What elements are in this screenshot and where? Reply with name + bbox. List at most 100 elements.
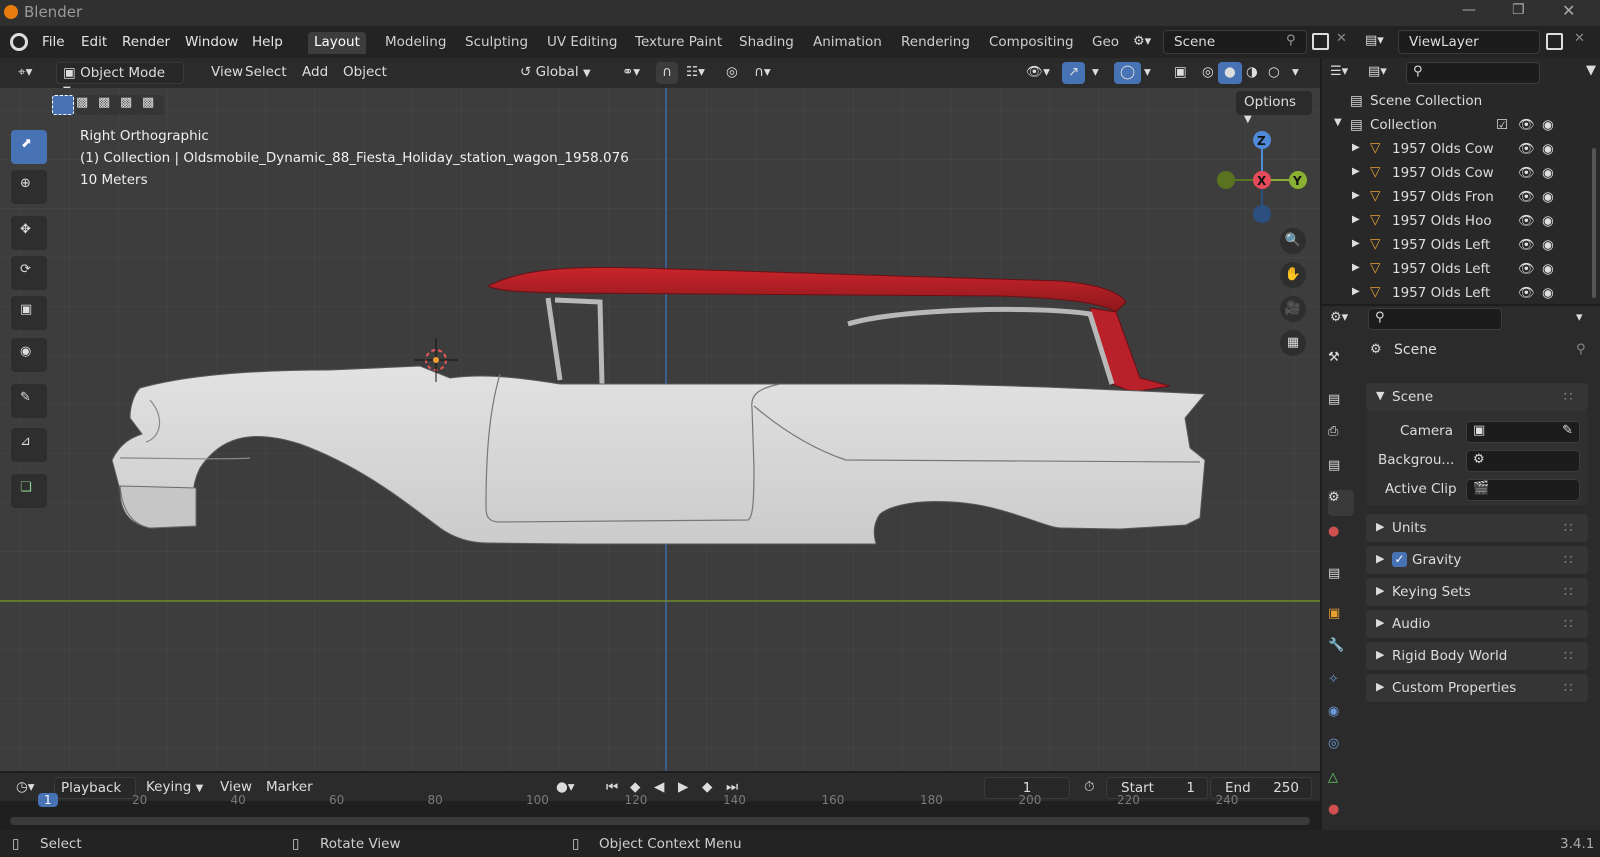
expand-arrow-icon[interactable]: ▼ [1334, 117, 1342, 128]
eye-icon[interactable]: 👁 [1518, 237, 1535, 253]
perspective-grid-icon[interactable]: ▦ [1280, 330, 1306, 356]
expand-arrow-icon[interactable]: ▶ [1352, 238, 1360, 249]
menu-select[interactable]: Select [239, 62, 293, 84]
tool-scale[interactable]: ▣ [11, 296, 47, 330]
play-reverse-icon[interactable]: ◀ [648, 777, 670, 799]
maximize-icon[interactable]: ❐ [1512, 2, 1525, 18]
menu-file[interactable]: File [38, 32, 69, 52]
tab-shading[interactable]: Shading [733, 32, 800, 54]
outliner-scrollbar[interactable] [1592, 148, 1596, 298]
outliner-item-row[interactable]: ▶ ▽ 1957 Olds Left 👁 ◉ [1322, 258, 1600, 282]
data-tab-icon[interactable]: △ [1328, 770, 1354, 796]
zoom-icon[interactable]: 🔍 [1280, 228, 1306, 254]
gravity-checkbox[interactable]: ✓ [1392, 552, 1407, 567]
render-tab-icon[interactable]: ▤ [1328, 392, 1354, 418]
eye-icon[interactable]: 👁 [1518, 285, 1535, 301]
expand-arrow-icon[interactable]: ▶ [1352, 286, 1360, 297]
record-icon[interactable]: ●▾ [550, 777, 581, 799]
tool-move[interactable]: ✥ [11, 216, 47, 250]
tool-rotate[interactable]: ⟳ [11, 256, 47, 290]
new-scene-icon[interactable] [1312, 33, 1329, 50]
tab-modeling[interactable]: Modeling [379, 32, 452, 54]
eyedropper-icon[interactable]: ✎ [1562, 423, 1573, 438]
tool-measure[interactable]: ⊿ [11, 428, 47, 462]
checkbox-icon[interactable]: ☑ [1496, 117, 1508, 133]
outliner-item-row[interactable]: ▶ ▽ 1957 Olds Left 👁 ◉ [1322, 282, 1600, 306]
tool-add-cube[interactable]: ❏ [11, 474, 47, 508]
tab-sculpting[interactable]: Sculpting [459, 32, 534, 54]
outliner-item-row[interactable]: ▶ ▽ 1957 Olds Fron 👁 ◉ [1322, 186, 1600, 210]
drag-handle-icon[interactable]: ∷ [1564, 389, 1573, 405]
camera-icon[interactable]: ◉ [1542, 237, 1554, 253]
eye-icon[interactable]: 👁 [1518, 213, 1535, 229]
tool-transform[interactable]: ◉ [11, 338, 47, 372]
timeline-scrollbar[interactable] [10, 817, 1310, 825]
stopwatch-icon[interactable]: ⏱ [1078, 777, 1101, 799]
drag-handle-icon[interactable]: ∷ [1564, 520, 1573, 536]
falloff-icon[interactable]: ∩▾ [748, 62, 777, 84]
tool-annotate[interactable]: ✎ [11, 384, 47, 418]
remove-view-layer-icon[interactable]: ✕ [1574, 31, 1585, 46]
panel-audio[interactable]: ▶ Audio ∷ [1366, 610, 1588, 638]
select-intersect-icon[interactable]: ▩ [142, 95, 164, 115]
play-icon[interactable]: ▶ [672, 777, 694, 799]
keying-dropdown[interactable]: Keying ▼ [140, 777, 209, 799]
drag-handle-icon[interactable]: ∷ [1564, 552, 1573, 568]
wireframe-shading-icon[interactable]: ◎ [1196, 62, 1220, 84]
drag-handle-icon[interactable]: ∷ [1564, 584, 1573, 600]
menu-marker[interactable]: Marker [260, 777, 319, 799]
camera-icon[interactable]: ◉ [1542, 285, 1554, 301]
close-icon[interactable]: ✕ [1562, 1, 1575, 20]
xray-icon[interactable]: ▣ [1168, 62, 1193, 84]
tool-select-box[interactable]: ⬈ [11, 130, 47, 164]
material-shading-icon[interactable]: ◑ [1240, 62, 1264, 84]
collection-row[interactable]: ▼ ▤ Collection ☑ 👁 ◉ [1322, 114, 1600, 138]
remove-scene-icon[interactable]: ✕ [1336, 31, 1347, 46]
material-tab-icon[interactable]: ● [1328, 802, 1354, 828]
pin-icon[interactable]: ⚲ [1576, 342, 1586, 357]
gizmo-dropdown-icon[interactable]: ▾ [1086, 62, 1105, 84]
eye-icon[interactable]: 👁 [1518, 165, 1535, 181]
shading-dropdown-icon[interactable]: ▾ [1286, 62, 1305, 84]
display-mode-icon[interactable]: ▤▾ [1368, 64, 1387, 79]
modifier-tab-icon[interactable]: 🔧 [1328, 638, 1354, 664]
visibility-icon[interactable]: 👁▾ [1020, 62, 1056, 84]
orientation-dropdown[interactable]: ↺ Global ▼ [514, 62, 610, 84]
tool-tab-icon[interactable]: ⚒ [1328, 350, 1354, 376]
view-layer-field[interactable]: ViewLayer [1398, 30, 1540, 54]
select-extend-icon[interactable]: ▩ [76, 95, 98, 115]
camera-icon[interactable]: ◉ [1542, 141, 1554, 157]
tab-uv-editing[interactable]: UV Editing [541, 32, 623, 54]
editor-type-icon[interactable]: ⌖▾ [12, 62, 38, 84]
active-clip-field[interactable]: 🎬 [1466, 479, 1580, 501]
eye-icon[interactable]: 👁 [1518, 261, 1535, 277]
menu-window[interactable]: Window [181, 32, 242, 52]
drag-handle-icon[interactable]: ∷ [1564, 680, 1573, 696]
outliner-item-row[interactable]: ▶ ▽ 1957 Olds Left 👁 ◉ [1322, 234, 1600, 258]
pin-icon[interactable]: ⚲ [1286, 33, 1296, 48]
playback-dropdown[interactable]: Playback ▼ [54, 777, 136, 811]
physics-tab-icon[interactable]: ◉ [1328, 704, 1354, 730]
solid-shading-icon[interactable]: ● [1218, 62, 1242, 84]
menu-object[interactable]: Object [337, 62, 393, 84]
snap-target-icon[interactable]: ☷▾ [680, 62, 711, 84]
snap-icon[interactable]: ∩ [656, 62, 678, 84]
jump-start-icon[interactable]: ⏮ [600, 777, 624, 799]
filter-icon[interactable]: ▼ [1586, 63, 1596, 78]
options-dropdown[interactable]: Options ▼ [1236, 91, 1312, 125]
tab-geo[interactable]: Geo [1086, 32, 1125, 54]
mode-dropdown[interactable]: ▣ Object Mode ▼ [56, 62, 184, 96]
expand-arrow-icon[interactable]: ▶ [1352, 214, 1360, 225]
eye-icon[interactable]: 👁 [1518, 141, 1535, 157]
menu-render[interactable]: Render [118, 32, 174, 52]
camera-field[interactable]: ▣ ✎ [1466, 421, 1580, 443]
pan-hand-icon[interactable]: ✋ [1280, 262, 1306, 288]
panel-gravity[interactable]: ▶ ✓ Gravity ∷ [1366, 546, 1588, 574]
rendered-shading-icon[interactable]: ○ [1262, 62, 1286, 84]
properties-search-input[interactable]: ⚲ [1368, 308, 1502, 330]
chevron-down-icon[interactable]: ▾ [1576, 310, 1583, 325]
select-new-icon[interactable] [52, 95, 74, 115]
expand-arrow-icon[interactable]: ▶ [1352, 142, 1360, 153]
expand-arrow-icon[interactable]: ▶ [1352, 262, 1360, 273]
panel-units[interactable]: ▶ Units ∷ [1366, 514, 1588, 542]
